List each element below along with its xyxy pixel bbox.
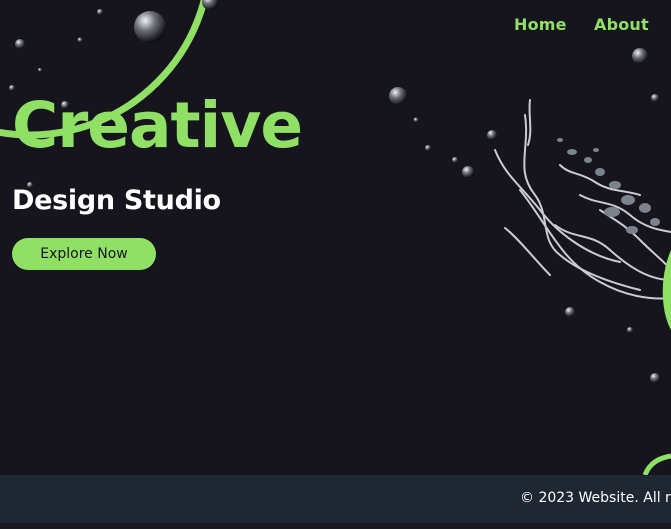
page-bottom-edge (0, 523, 671, 529)
footer: © 2023 Website. All rights reserved. (0, 475, 671, 523)
footer-copyright: © 2023 Website. All rights reserved. (520, 490, 671, 506)
nav-link-home[interactable]: Home (514, 15, 567, 34)
nav-link-about[interactable]: About (594, 15, 649, 34)
hero-title: Creative (12, 89, 303, 162)
hero-section: Home About Creative Design Studio Explor… (0, 0, 671, 475)
water-splash-icon (389, 48, 671, 383)
hero-subtitle: Design Studio (12, 185, 221, 216)
green-arc-icon (642, 453, 671, 475)
explore-now-button[interactable]: Explore Now (12, 238, 156, 270)
